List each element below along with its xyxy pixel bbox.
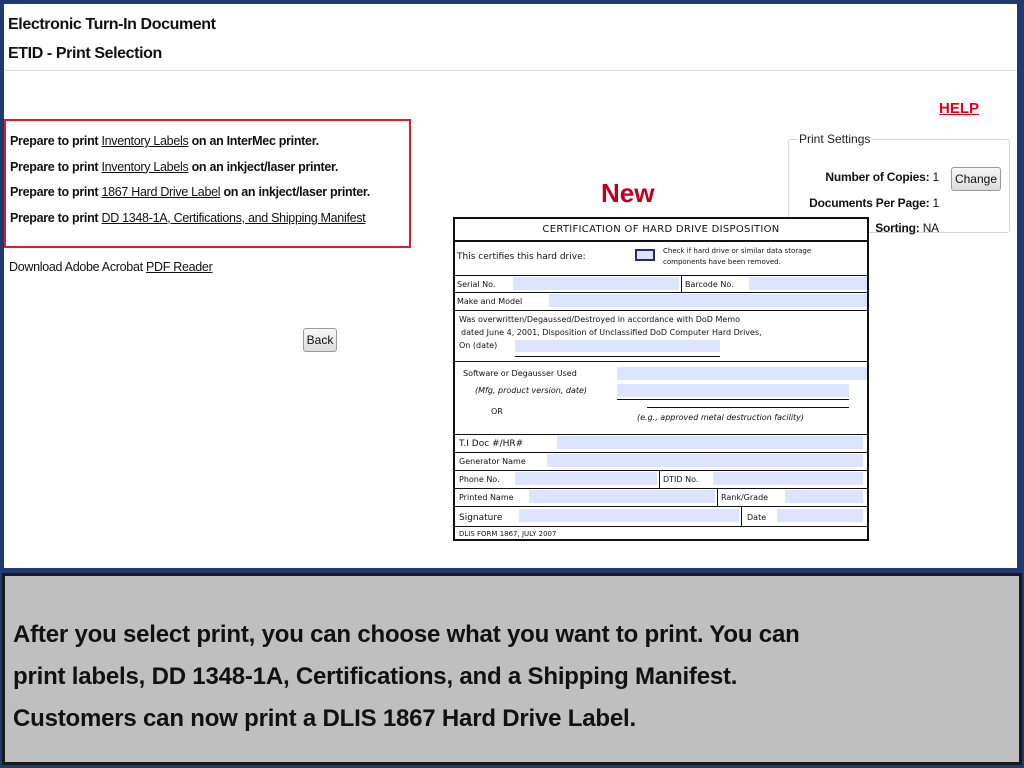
print-option-intermec-labels: Prepare to print Inventory Labels on an … — [10, 129, 409, 155]
form-id: DLIS FORM 1867, JULY 2007 — [459, 530, 557, 538]
signature-field — [519, 509, 739, 522]
pdf-reader-link[interactable]: PDF Reader — [146, 260, 213, 274]
dtid-label: DTID No. — [663, 475, 699, 484]
form-rule — [455, 470, 867, 471]
etid-screen: Electronic Turn-In Document ETID - Print… — [4, 4, 1017, 568]
hard-drive-removed-checkbox — [635, 249, 655, 261]
print-option-prefix: Prepare to print — [10, 185, 99, 199]
sorting-value: NA — [922, 221, 939, 235]
phone-label: Phone No. — [459, 475, 500, 484]
caption-line-1: After you select print, you can choose w… — [13, 621, 800, 648]
dtid-field — [713, 472, 863, 485]
form-rule — [455, 506, 867, 507]
ti-doc-label: T.I Doc #/HR# — [459, 439, 524, 449]
phone-field — [515, 472, 657, 485]
help-link[interactable]: HELP — [939, 100, 979, 117]
sorting-label: Sorting: — [875, 221, 920, 235]
print-option-prefix: Prepare to print — [10, 210, 99, 225]
form-rule — [455, 292, 867, 293]
slide-caption: After you select print, you can choose w… — [2, 573, 1022, 765]
new-callout: New — [601, 178, 655, 208]
date-field — [777, 509, 863, 522]
copies-row: Number of Copies: 1 — [825, 170, 939, 184]
generator-label: Generator Name — [459, 457, 526, 466]
form-underline — [515, 356, 720, 357]
print-option-suffix: on an InterMec printer. — [191, 134, 319, 148]
eg-note: (e.g., approved metal destruction facili… — [637, 413, 805, 422]
form-col-rule — [717, 488, 718, 506]
download-text: Download Adobe Acrobat — [9, 260, 143, 274]
date-label: Date — [747, 513, 767, 522]
form-title: CERTIFICATION OF HARD DRIVE DISPOSITION — [455, 219, 867, 242]
form-col-rule — [659, 470, 660, 488]
print-option-inkjet-labels: Prepare to print Inventory Labels on an … — [10, 155, 409, 181]
form-rule — [455, 275, 867, 276]
sorting-row: Sorting: NA — [875, 221, 939, 235]
inventory-labels-intermec-link[interactable]: Inventory Labels — [101, 134, 188, 148]
copies-value: 1 — [932, 170, 940, 184]
change-settings-button[interactable]: Change — [951, 167, 1001, 191]
inventory-labels-inkjet-link[interactable]: Inventory Labels — [101, 160, 188, 174]
form-rule — [455, 452, 867, 453]
printed-name-label: Printed Name — [459, 493, 514, 502]
copies-label: Number of Copies: — [825, 170, 930, 184]
print-options-box: Prepare to print Inventory Labels on an … — [4, 119, 411, 248]
caption-line-3: Customers can now print a DLIS 1867 Hard… — [13, 705, 636, 732]
mfg-field — [617, 384, 849, 397]
print-settings-legend: Print Settings — [799, 132, 871, 146]
generator-field — [547, 454, 863, 467]
signature-label: Signature — [459, 513, 503, 523]
per-page-label: Documents Per Page: — [809, 196, 930, 210]
per-page-row: Documents Per Page: 1 — [809, 196, 939, 210]
software-field — [617, 367, 867, 380]
make-model-label: Make and Model — [457, 297, 523, 306]
print-option-suffix: on an inkject/laser printer. — [223, 185, 370, 199]
header-divider — [4, 70, 1017, 71]
page-subtitle: ETID - Print Selection — [8, 45, 162, 62]
print-option-suffix: on an inkject/laser printer. — [191, 159, 339, 174]
dd1348-certifications-manifest-link[interactable]: DD 1348-1A, Certifications, and Shipping… — [101, 211, 365, 225]
check-note-1: Check if hard drive or similar data stor… — [663, 247, 812, 255]
caption-line-2: print labels, DD 1348-1A, Certifications… — [13, 663, 738, 690]
overwritten-line-2: dated June 4, 2001, Disposition of Uncla… — [461, 328, 762, 337]
per-page-value: 1 — [932, 196, 940, 210]
form-rule — [455, 488, 867, 489]
mfg-note: (Mfg, product version, date) — [475, 386, 588, 395]
page-title: Electronic Turn-In Document — [8, 16, 216, 33]
rank-field — [785, 490, 863, 503]
download-acrobat-line: Download Adobe Acrobat PDF Reader — [9, 260, 213, 274]
hard-drive-label-link[interactable]: 1867 Hard Drive Label — [101, 185, 220, 199]
overwritten-date-label: On (date) — [459, 341, 498, 350]
form-rule — [455, 361, 867, 362]
form-rule — [455, 434, 867, 435]
barcode-label: Barcode No. — [685, 280, 734, 289]
page-header: Electronic Turn-In Document ETID - Print… — [8, 10, 216, 68]
overwritten-line-1: Was overwritten/Degaussed/Destroyed in a… — [459, 315, 740, 324]
print-option-prefix: Prepare to print — [10, 159, 99, 174]
check-note-2: components have been removed. — [663, 258, 781, 266]
serial-field — [513, 277, 679, 290]
form-rule — [455, 310, 867, 311]
form-col-rule — [681, 275, 682, 292]
print-option-prefix: Prepare to print — [10, 134, 99, 148]
printed-name-field — [529, 490, 715, 503]
form-rule — [455, 526, 867, 527]
barcode-field — [749, 277, 867, 290]
print-option-hard-drive-label: Prepare to print 1867 Hard Drive Label o… — [10, 180, 409, 206]
hard-drive-certification-form: CERTIFICATION OF HARD DRIVE DISPOSITION … — [453, 217, 869, 541]
make-model-field — [549, 294, 867, 307]
ti-doc-field — [557, 436, 863, 449]
back-button[interactable]: Back — [303, 328, 337, 352]
form-underline — [617, 399, 849, 400]
serial-label: Serial No. — [457, 280, 496, 289]
form-col-rule — [741, 506, 742, 526]
or-label: OR — [491, 407, 503, 416]
rank-label: Rank/Grade — [721, 493, 769, 502]
form-underline — [647, 407, 849, 408]
overwritten-date-field — [515, 340, 720, 352]
software-label: Software or Degausser Used — [463, 369, 577, 378]
certifies-label: This certifies this hard drive: — [457, 252, 586, 262]
print-option-dd1348: Prepare to print DD 1348-1A, Certificati… — [10, 206, 409, 232]
